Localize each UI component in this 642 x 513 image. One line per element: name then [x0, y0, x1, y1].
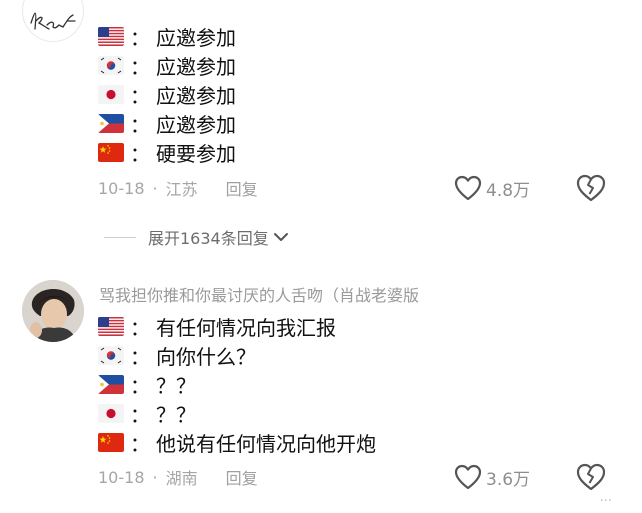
line-text: 应邀参加: [156, 55, 236, 79]
line-text: 应邀参加: [156, 84, 236, 108]
chevron-down-icon: [273, 233, 288, 241]
comment-line: ： 硬要参加: [98, 138, 236, 167]
comment-date: 10-18: [98, 467, 145, 487]
like-count: 4.8万: [486, 180, 531, 201]
comment-line: ： 有任何情况向我汇报: [98, 312, 376, 341]
comment-item: ： 应邀参加 ： 应邀参加 ： 应邀参加 ： 应邀参加 ： 硬要参加 10-18…: [0, 0, 642, 260]
comment-line: ： 应邀参加: [98, 80, 236, 109]
comment-date: 10-18: [98, 178, 145, 198]
comment-line: ： 应邀参加: [98, 51, 236, 80]
line-text: ？？: [156, 403, 196, 427]
comment-line: ： 应邀参加: [98, 109, 236, 138]
us-flag-icon: [98, 317, 124, 336]
comment-meta: 10-18 · 江苏 回复: [98, 176, 258, 200]
watermark: ...: [599, 490, 612, 505]
comment-meta: 10-18 · 湖南 回复: [98, 465, 258, 489]
line-text: 应邀参加: [156, 113, 236, 137]
like-button[interactable]: 4.8万: [454, 173, 530, 203]
comment-location: 江苏: [165, 180, 198, 199]
expand-replies-label: 展开1634条回复: [148, 229, 269, 248]
like-button[interactable]: 3.6万: [454, 462, 530, 492]
line-text: 向你什么？: [156, 345, 256, 369]
dislike-button[interactable]: [575, 462, 607, 492]
meta-separator: ·: [152, 467, 158, 487]
line-text: ？？: [156, 374, 196, 398]
reply-button[interactable]: 回复: [226, 176, 258, 200]
line-text: 他说有任何情况向他开炮: [156, 432, 376, 456]
avatar[interactable]: [22, 0, 84, 42]
comment-line: ： 他说有任何情况向他开炮: [98, 428, 376, 457]
cn-flag-icon: [98, 433, 124, 452]
ph-flag-icon: [98, 375, 124, 394]
meta-separator: ·: [152, 178, 158, 198]
avatar[interactable]: [22, 280, 84, 342]
like-count: 3.6万: [486, 469, 531, 490]
cn-flag-icon: [98, 143, 124, 162]
jp-flag-icon: [98, 404, 124, 423]
line-text: 有任何情况向我汇报: [156, 316, 336, 340]
broken-heart-icon: [576, 463, 606, 491]
jp-flag-icon: [98, 85, 124, 104]
dislike-button[interactable]: [575, 173, 607, 203]
comment-line: ： ？？: [98, 370, 376, 399]
divider: [104, 236, 136, 238]
kr-flag-icon: [98, 346, 124, 365]
comment-item: 骂我担你推和你最讨厌的人舌吻（肖战老婆版 ： 有任何情况向我汇报 ： 向你什么？…: [0, 262, 642, 513]
kr-flag-icon: [98, 56, 124, 75]
broken-heart-icon: [576, 174, 606, 202]
comment-line: ： 向你什么？: [98, 341, 376, 370]
heart-icon: [454, 464, 482, 490]
us-flag-icon: [98, 27, 124, 46]
comment-line: ： ？？: [98, 399, 376, 428]
expand-replies-button[interactable]: 展开1634条回复: [104, 226, 289, 248]
reply-button[interactable]: 回复: [226, 465, 258, 489]
username[interactable]: 骂我担你推和你最讨厌的人舌吻（肖战老婆版: [99, 282, 419, 306]
comment-line: ： 应邀参加: [98, 22, 236, 51]
heart-icon: [454, 175, 482, 201]
comment-body: ： 有任何情况向我汇报 ： 向你什么？ ： ？？ ： ？？ ： 他说有任何情况向…: [98, 312, 376, 457]
comment-location: 湖南: [165, 469, 198, 488]
ph-flag-icon: [98, 114, 124, 133]
line-text: 应邀参加: [156, 26, 236, 50]
comment-body: ： 应邀参加 ： 应邀参加 ： 应邀参加 ： 应邀参加 ： 硬要参加: [98, 22, 236, 167]
line-text: 硬要参加: [156, 142, 236, 166]
